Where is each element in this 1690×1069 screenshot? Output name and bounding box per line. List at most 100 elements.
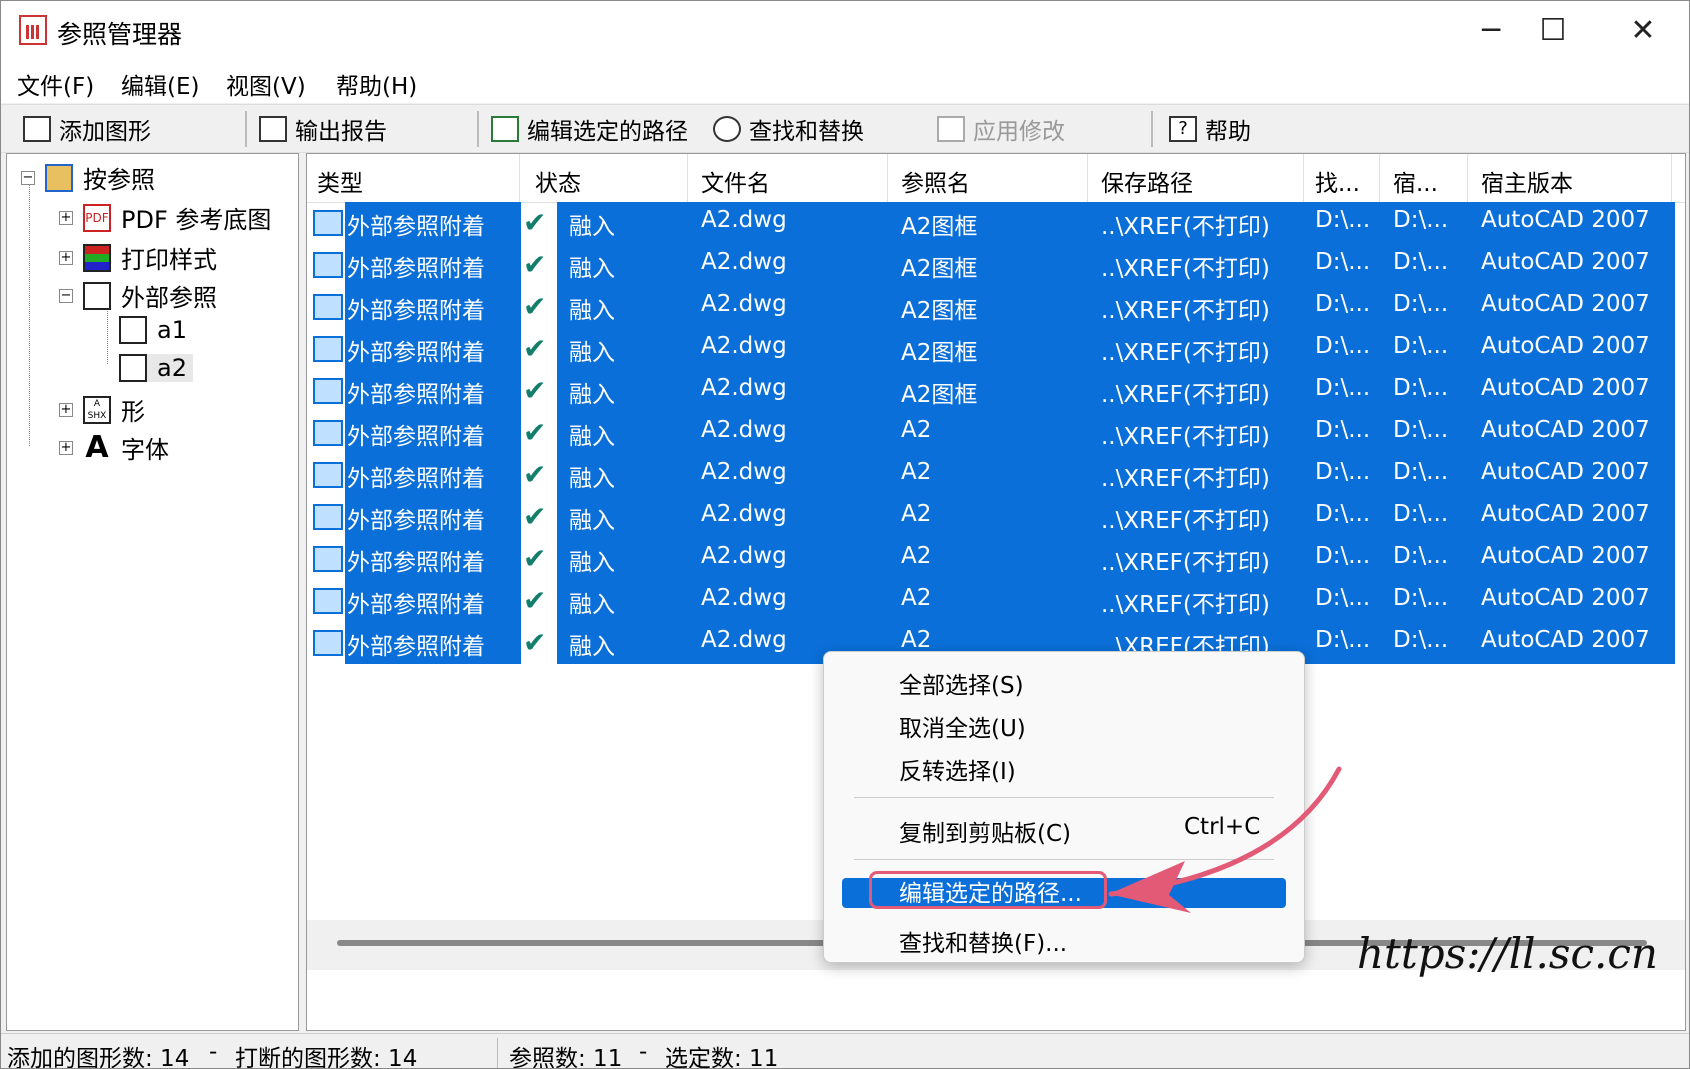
menu-item-find-replace[interactable]: 查找和替换(F)... xyxy=(824,918,1304,958)
cell-host: D:\... xyxy=(1393,291,1449,317)
help-icon: ? xyxy=(1169,116,1197,142)
toolbar-separator xyxy=(245,111,247,147)
tree-item-fonts[interactable]: + A 字体 xyxy=(59,430,169,465)
table-row[interactable]: ✔ 外部参照附着 融入 A2.dwg A2图框 ..\XREF(不打印) D:\... D:\… xyxy=(307,370,1677,412)
maximize-button[interactable]: ☐ xyxy=(1523,7,1583,55)
cell-host: D:\... xyxy=(1393,585,1449,611)
cell-ref: A2图框 xyxy=(901,256,978,282)
col-header-saved-path[interactable]: 保存路径 xyxy=(1101,164,1193,198)
status-selected-count: 选定数: 11 xyxy=(665,1046,779,1069)
col-header-type[interactable]: 类型 xyxy=(317,164,363,198)
column-divider[interactable] xyxy=(519,154,520,202)
menu-item-label: 全部选择(S) xyxy=(899,673,1024,699)
help-button[interactable]: ? 帮助 xyxy=(1169,113,1251,145)
status-check-icon: ✔ xyxy=(523,206,547,239)
cell-path: ..\XREF(不打印) xyxy=(1101,298,1270,324)
menu-item-select-all[interactable]: 全部选择(S) xyxy=(824,660,1304,700)
collapse-icon[interactable]: − xyxy=(59,288,73,303)
column-divider[interactable] xyxy=(1379,154,1380,202)
cell-status: 融入 xyxy=(569,382,615,408)
table-row[interactable]: ✔ 外部参照附着 融入 A2.dwg A2 ..\XREF(不打印) D:\... D:\..… xyxy=(307,538,1677,580)
apply-changes-label: 应用修改 xyxy=(973,119,1065,145)
tree-item-label: 外部参照 xyxy=(121,284,217,312)
menu-item-deselect-all[interactable]: 取消全选(U) xyxy=(824,703,1304,743)
cell-status: 融入 xyxy=(569,298,615,324)
close-button[interactable]: ✕ xyxy=(1613,7,1673,55)
column-divider[interactable] xyxy=(687,154,688,202)
column-divider[interactable] xyxy=(1087,154,1088,202)
cell-path: ..\XREF(不打印) xyxy=(1101,382,1270,408)
expand-icon[interactable]: + xyxy=(59,250,73,265)
column-divider[interactable] xyxy=(1671,154,1672,202)
cell-found: D:\... xyxy=(1315,333,1371,359)
column-divider[interactable] xyxy=(1467,154,1468,202)
table-row[interactable]: ✔ 外部参照附着 融入 A2.dwg A2 ..\XREF(不打印) D:\... D:\..… xyxy=(307,412,1677,454)
tree-root[interactable]: − 按参照 xyxy=(21,160,155,195)
cell-host: D:\... xyxy=(1393,543,1449,569)
menu-view[interactable]: 视图(V) xyxy=(226,67,306,101)
tree-item-plot-styles[interactable]: + 打印样式 xyxy=(59,240,217,275)
minimize-button[interactable]: ─ xyxy=(1461,7,1521,55)
edit-selected-path-button[interactable]: 编辑选定的路径 xyxy=(491,113,688,145)
cell-path: ..\XREF(不打印) xyxy=(1101,592,1270,618)
table-row[interactable]: ✔ 外部参照附着 融入 A2.dwg A2 ..\XREF(不打印) D:\... D:\..… xyxy=(307,496,1677,538)
tree-item-a1[interactable]: a1 xyxy=(119,316,187,344)
table-row[interactable]: ✔ 外部参照附着 融入 A2.dwg A2图框 ..\XREF(不打印) D:\... D:\… xyxy=(307,202,1677,244)
table-row[interactable]: ✔ 外部参照附着 融入 A2.dwg A2图框 ..\XREF(不打印) D:\... D:\… xyxy=(307,286,1677,328)
menu-item-invert-selection[interactable]: 反转选择(I) xyxy=(824,746,1304,786)
find-replace-button[interactable]: 查找和替换 xyxy=(713,113,864,145)
col-header-found[interactable]: 找... xyxy=(1315,164,1360,198)
expand-icon[interactable]: + xyxy=(59,402,73,417)
reference-manager-window: 参照管理器 ─ ☐ ✕ 文件(F) 编辑(E) 视图(V) 帮助(H) 添加图形… xyxy=(0,0,1690,1069)
binoculars-icon xyxy=(713,116,741,142)
apply-changes-button[interactable]: 应用修改 xyxy=(937,113,1065,145)
col-header-host[interactable]: 宿... xyxy=(1393,164,1438,198)
menu-edit[interactable]: 编辑(E) xyxy=(121,67,199,101)
menu-help[interactable]: 帮助(H) xyxy=(336,67,417,101)
column-divider[interactable] xyxy=(887,154,888,202)
col-header-status[interactable]: 状态 xyxy=(535,164,581,198)
xref-row-icon xyxy=(313,546,343,572)
cell-file: A2.dwg xyxy=(701,333,787,359)
table-header: 类型 状态 文件名 参照名 保存路径 找... 宿... 宿主版本 xyxy=(307,154,1685,203)
menu-item-copy-clipboard[interactable]: 复制到剪贴板(C) Ctrl+C xyxy=(824,808,1304,848)
col-header-host-version[interactable]: 宿主版本 xyxy=(1481,164,1573,198)
cell-path: ..\XREF(不打印) xyxy=(1101,256,1270,282)
cell-ref: A2 xyxy=(901,627,932,653)
menu-item-shortcut: Ctrl+C xyxy=(1184,814,1261,840)
cell-found: D:\... xyxy=(1315,543,1371,569)
table-row[interactable]: ✔ 外部参照附着 融入 A2.dwg A2 ..\XREF(不打印) D:\... D:\..… xyxy=(307,454,1677,496)
status-separator: - xyxy=(209,1039,218,1065)
column-divider[interactable] xyxy=(1303,154,1304,202)
table-row[interactable]: ✔ 外部参照附着 融入 A2.dwg A2图框 ..\XREF(不打印) D:\... D:\… xyxy=(307,328,1677,370)
cell-file: A2.dwg xyxy=(701,543,787,569)
tree-item-shapes[interactable]: + A SHX 形 xyxy=(59,392,145,427)
table-row[interactable]: ✔ 外部参照附着 融入 A2.dwg A2图框 ..\XREF(不打印) D:\... D:\… xyxy=(307,244,1677,286)
status-check-icon: ✔ xyxy=(523,458,547,491)
xref-row-icon xyxy=(313,210,343,236)
cell-type: 外部参照附着 xyxy=(347,340,485,366)
drawing-icon xyxy=(45,163,73,192)
cell-found: D:\... xyxy=(1315,501,1371,527)
cell-path: ..\XREF(不打印) xyxy=(1101,340,1270,366)
add-drawing-button[interactable]: 添加图形 xyxy=(23,113,151,145)
cell-file: A2.dwg xyxy=(701,585,787,611)
export-report-button[interactable]: 输出报告 xyxy=(259,113,387,145)
collapse-icon[interactable]: − xyxy=(21,170,35,185)
cell-status: 融入 xyxy=(569,592,615,618)
cell-version: AutoCAD 2007 xyxy=(1481,375,1650,401)
tree-item-pdf-underlay[interactable]: + PDF PDF 参考底图 xyxy=(59,200,271,235)
status-check-icon: ✔ xyxy=(523,248,547,281)
table-row[interactable]: ✔ 外部参照附着 融入 A2.dwg A2 ..\XREF(不打印) D:\... D:\..… xyxy=(307,580,1677,622)
menu-file[interactable]: 文件(F) xyxy=(17,67,94,101)
cell-path: ..\XREF(不打印) xyxy=(1101,508,1270,534)
col-header-filename[interactable]: 文件名 xyxy=(701,164,770,198)
col-header-refname[interactable]: 参照名 xyxy=(901,164,970,198)
expand-icon[interactable]: + xyxy=(59,440,73,455)
expand-icon[interactable]: + xyxy=(59,210,73,225)
cell-file: A2.dwg xyxy=(701,417,787,443)
cell-found: D:\... xyxy=(1315,291,1371,317)
tree-item-xrefs[interactable]: − 外部参照 xyxy=(59,278,217,313)
tree-item-a2[interactable]: a2 xyxy=(119,354,193,382)
cell-ref: A2图框 xyxy=(901,214,978,240)
